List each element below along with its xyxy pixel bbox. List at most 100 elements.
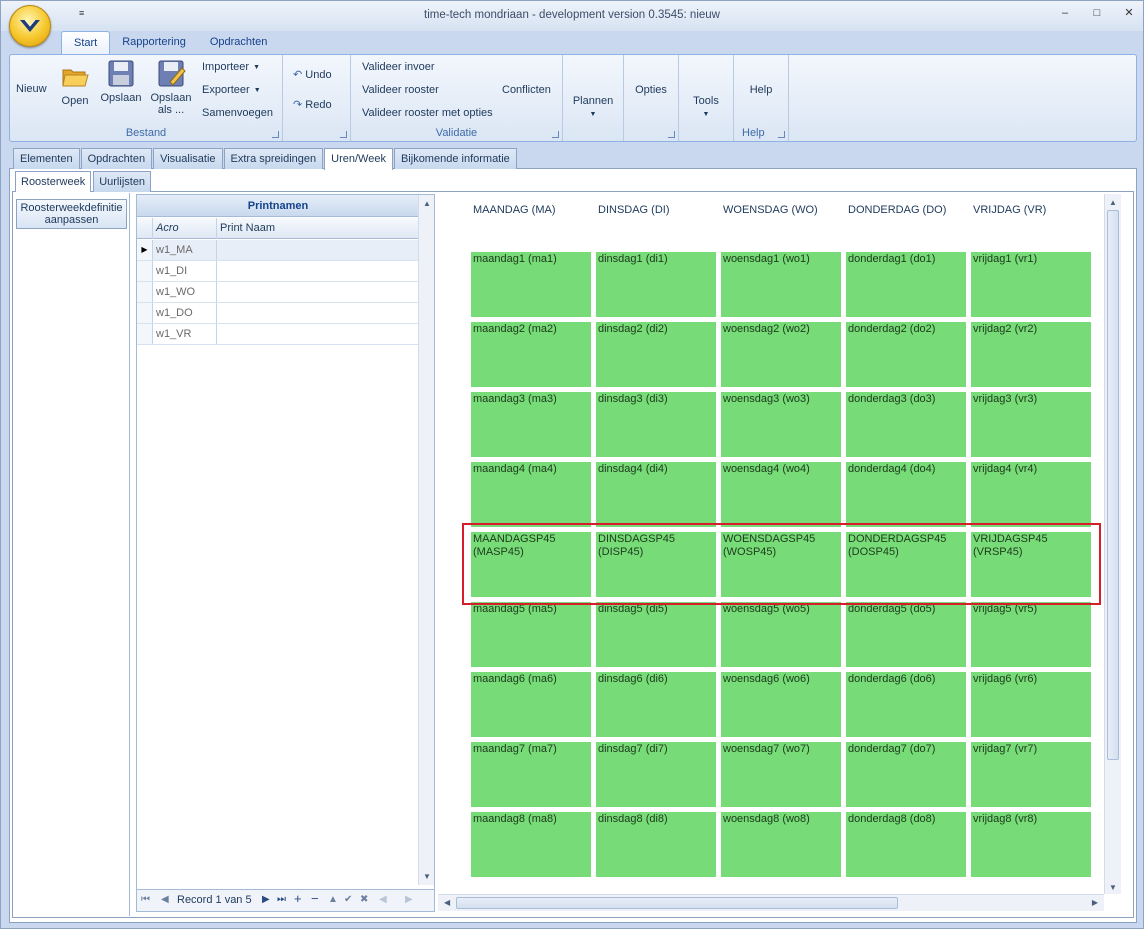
scroll-down-icon[interactable]: ▼ — [423, 872, 431, 881]
tab-roosterweek[interactable]: Roosterweek — [15, 171, 92, 192]
scroll-right-icon[interactable]: ▶ — [1092, 898, 1098, 907]
scroll-left-icon[interactable]: ◀ — [444, 898, 450, 907]
print-naam-cell[interactable] — [217, 303, 419, 323]
grid-vertical-scrollbar[interactable]: ▲ ▼ — [418, 195, 434, 885]
schedule-cell[interactable]: dinsdag6 (di6) — [596, 672, 716, 737]
row-indicator[interactable] — [137, 261, 153, 281]
acro-cell[interactable]: w1_MA — [153, 240, 217, 260]
schedule-cell[interactable]: vrijdag3 (vr3) — [971, 392, 1091, 457]
vertical-scroll-thumb[interactable] — [1107, 210, 1119, 760]
schedule-cell[interactable]: woensdag8 (wo8) — [721, 812, 841, 877]
table-row[interactable]: w1_DO — [137, 303, 419, 324]
valideer-rooster-button[interactable]: Valideer rooster — [362, 84, 439, 96]
table-row[interactable]: w1_VR — [137, 324, 419, 345]
print-naam-cell[interactable] — [217, 324, 419, 344]
maximize-button[interactable]: □ — [1091, 7, 1103, 19]
schedule-horizontal-scrollbar[interactable]: ◀ ▶ — [438, 894, 1104, 911]
schedule-cell[interactable]: maandag5 (ma5) — [471, 602, 591, 667]
plannen-button[interactable]: Plannen ▼ — [563, 95, 623, 119]
schedule-cell[interactable]: donderdag7 (do7) — [846, 742, 966, 807]
acro-cell[interactable]: w1_WO — [153, 282, 217, 302]
schedule-cell[interactable]: woensdag3 (wo3) — [721, 392, 841, 457]
schedule-cell[interactable]: woensdag6 (wo6) — [721, 672, 841, 737]
tab-uren-week[interactable]: Uren/Week — [324, 148, 393, 170]
acro-cell[interactable]: w1_DI — [153, 261, 217, 281]
schedule-cell[interactable]: vrijdag1 (vr1) — [971, 252, 1091, 317]
help-button[interactable]: Help — [734, 84, 788, 96]
schedule-cell[interactable]: dinsdag7 (di7) — [596, 742, 716, 807]
opties-dialog-launcher[interactable] — [668, 131, 675, 138]
tab-elementen[interactable]: Elementen — [13, 148, 80, 169]
undo-button[interactable]: ↶ Undo — [293, 68, 332, 81]
row-indicator[interactable] — [137, 282, 153, 302]
close-button[interactable]: ✕ — [1123, 7, 1135, 19]
schedule-cell[interactable]: donderdag5 (do5) — [846, 602, 966, 667]
horizontal-scroll-thumb[interactable] — [456, 897, 898, 909]
schedule-cell[interactable]: DONDERDAGSP45 (DOSP45) — [846, 532, 966, 597]
previous-page-icon[interactable]: ◀ — [379, 894, 387, 905]
bestand-dialog-launcher[interactable] — [272, 131, 279, 138]
importeer-button[interactable]: Importeer ▼ — [202, 61, 260, 73]
table-row[interactable]: w1_DI — [137, 261, 419, 282]
column-header-acro[interactable]: Acro — [153, 218, 217, 239]
valideer-rooster-opties-button[interactable]: Valideer rooster met opties — [362, 107, 493, 119]
schedule-cell[interactable]: maandag2 (ma2) — [471, 322, 591, 387]
schedule-cell[interactable]: vrijdag4 (vr4) — [971, 462, 1091, 527]
schedule-cell[interactable]: MAANDAGSP45 (MASP45) — [471, 532, 591, 597]
minimize-button[interactable]: – — [1059, 7, 1071, 19]
application-menu-button[interactable] — [9, 5, 51, 47]
scroll-down-icon[interactable]: ▼ — [1109, 883, 1117, 892]
schedule-cell[interactable]: donderdag1 (do1) — [846, 252, 966, 317]
schedule-cell[interactable]: donderdag4 (do4) — [846, 462, 966, 527]
print-naam-cell[interactable] — [217, 240, 419, 260]
tab-opdrachten[interactable]: Opdrachten — [80, 148, 153, 169]
row-indicator[interactable] — [137, 324, 153, 344]
schedule-cell[interactable]: dinsdag2 (di2) — [596, 322, 716, 387]
scroll-up-icon[interactable]: ▲ — [423, 199, 431, 208]
schedule-cell[interactable]: dinsdag4 (di4) — [596, 462, 716, 527]
schedule-cell[interactable]: dinsdag1 (di1) — [596, 252, 716, 317]
schedule-cell[interactable]: maandag7 (ma7) — [471, 742, 591, 807]
schedule-cell[interactable]: vrijdag8 (vr8) — [971, 812, 1091, 877]
undo-dialog-launcher[interactable] — [340, 131, 347, 138]
opties-button[interactable]: Opties — [624, 84, 678, 96]
schedule-cell[interactable]: maandag3 (ma3) — [471, 392, 591, 457]
row-indicator[interactable]: ▶ — [137, 240, 153, 260]
schedule-cell[interactable]: DINSDAGSP45 (DISP45) — [596, 532, 716, 597]
accept-edit-icon[interactable]: ✔ — [344, 894, 352, 905]
schedule-cell[interactable]: vrijdag7 (vr7) — [971, 742, 1091, 807]
schedule-cell[interactable]: woensdag7 (wo7) — [721, 742, 841, 807]
tab-bijkomende-informatie[interactable]: Bijkomende informatie — [393, 148, 517, 169]
first-record-icon[interactable]: ⏮ — [141, 894, 150, 905]
schedule-cell[interactable]: dinsdag8 (di8) — [596, 812, 716, 877]
roosterweekdefinitie-aanpassen-button[interactable]: Roosterweekdefinitie aanpassen — [16, 199, 127, 229]
open-button[interactable]: Open — [60, 61, 90, 107]
schedule-cell[interactable]: dinsdag3 (di3) — [596, 392, 716, 457]
table-row[interactable]: ▶ w1_MA — [137, 240, 419, 261]
validatie-dialog-launcher[interactable] — [552, 131, 559, 138]
schedule-cell[interactable]: VRIJDAGSP45 (VRSP45) — [971, 532, 1091, 597]
conflicten-button[interactable]: Conflicten — [502, 84, 551, 96]
next-record-icon[interactable]: ▶ — [262, 894, 270, 905]
last-record-icon[interactable]: ⏭ — [277, 894, 286, 905]
schedule-cell[interactable]: WOENSDAGSP45 (WOSP45) — [721, 532, 841, 597]
samenvoegen-button[interactable]: Samenvoegen — [202, 107, 273, 119]
ribbon-tab-rapportering[interactable]: Rapportering — [110, 31, 198, 55]
scroll-up-icon[interactable]: ▲ — [1109, 198, 1117, 207]
opslaan-button[interactable]: Opslaan — [100, 58, 142, 104]
table-row[interactable]: w1_WO — [137, 282, 419, 303]
schedule-cell[interactable]: maandag1 (ma1) — [471, 252, 591, 317]
schedule-cell[interactable]: woensdag4 (wo4) — [721, 462, 841, 527]
print-naam-cell[interactable] — [217, 261, 419, 281]
row-indicator[interactable] — [137, 303, 153, 323]
schedule-cell[interactable]: dinsdag5 (di5) — [596, 602, 716, 667]
column-header-print-naam[interactable]: Print Naam — [217, 218, 419, 239]
tab-uurlijsten[interactable]: Uurlijsten — [93, 171, 152, 192]
valideer-invoer-button[interactable]: Valideer invoer — [362, 61, 435, 73]
help-dialog-launcher[interactable] — [778, 131, 785, 138]
schedule-cell[interactable]: donderdag2 (do2) — [846, 322, 966, 387]
schedule-cell[interactable]: donderdag6 (do6) — [846, 672, 966, 737]
ribbon-tab-start[interactable]: Start — [61, 31, 111, 55]
schedule-cell[interactable]: woensdag2 (wo2) — [721, 322, 841, 387]
schedule-cell[interactable]: woensdag1 (wo1) — [721, 252, 841, 317]
